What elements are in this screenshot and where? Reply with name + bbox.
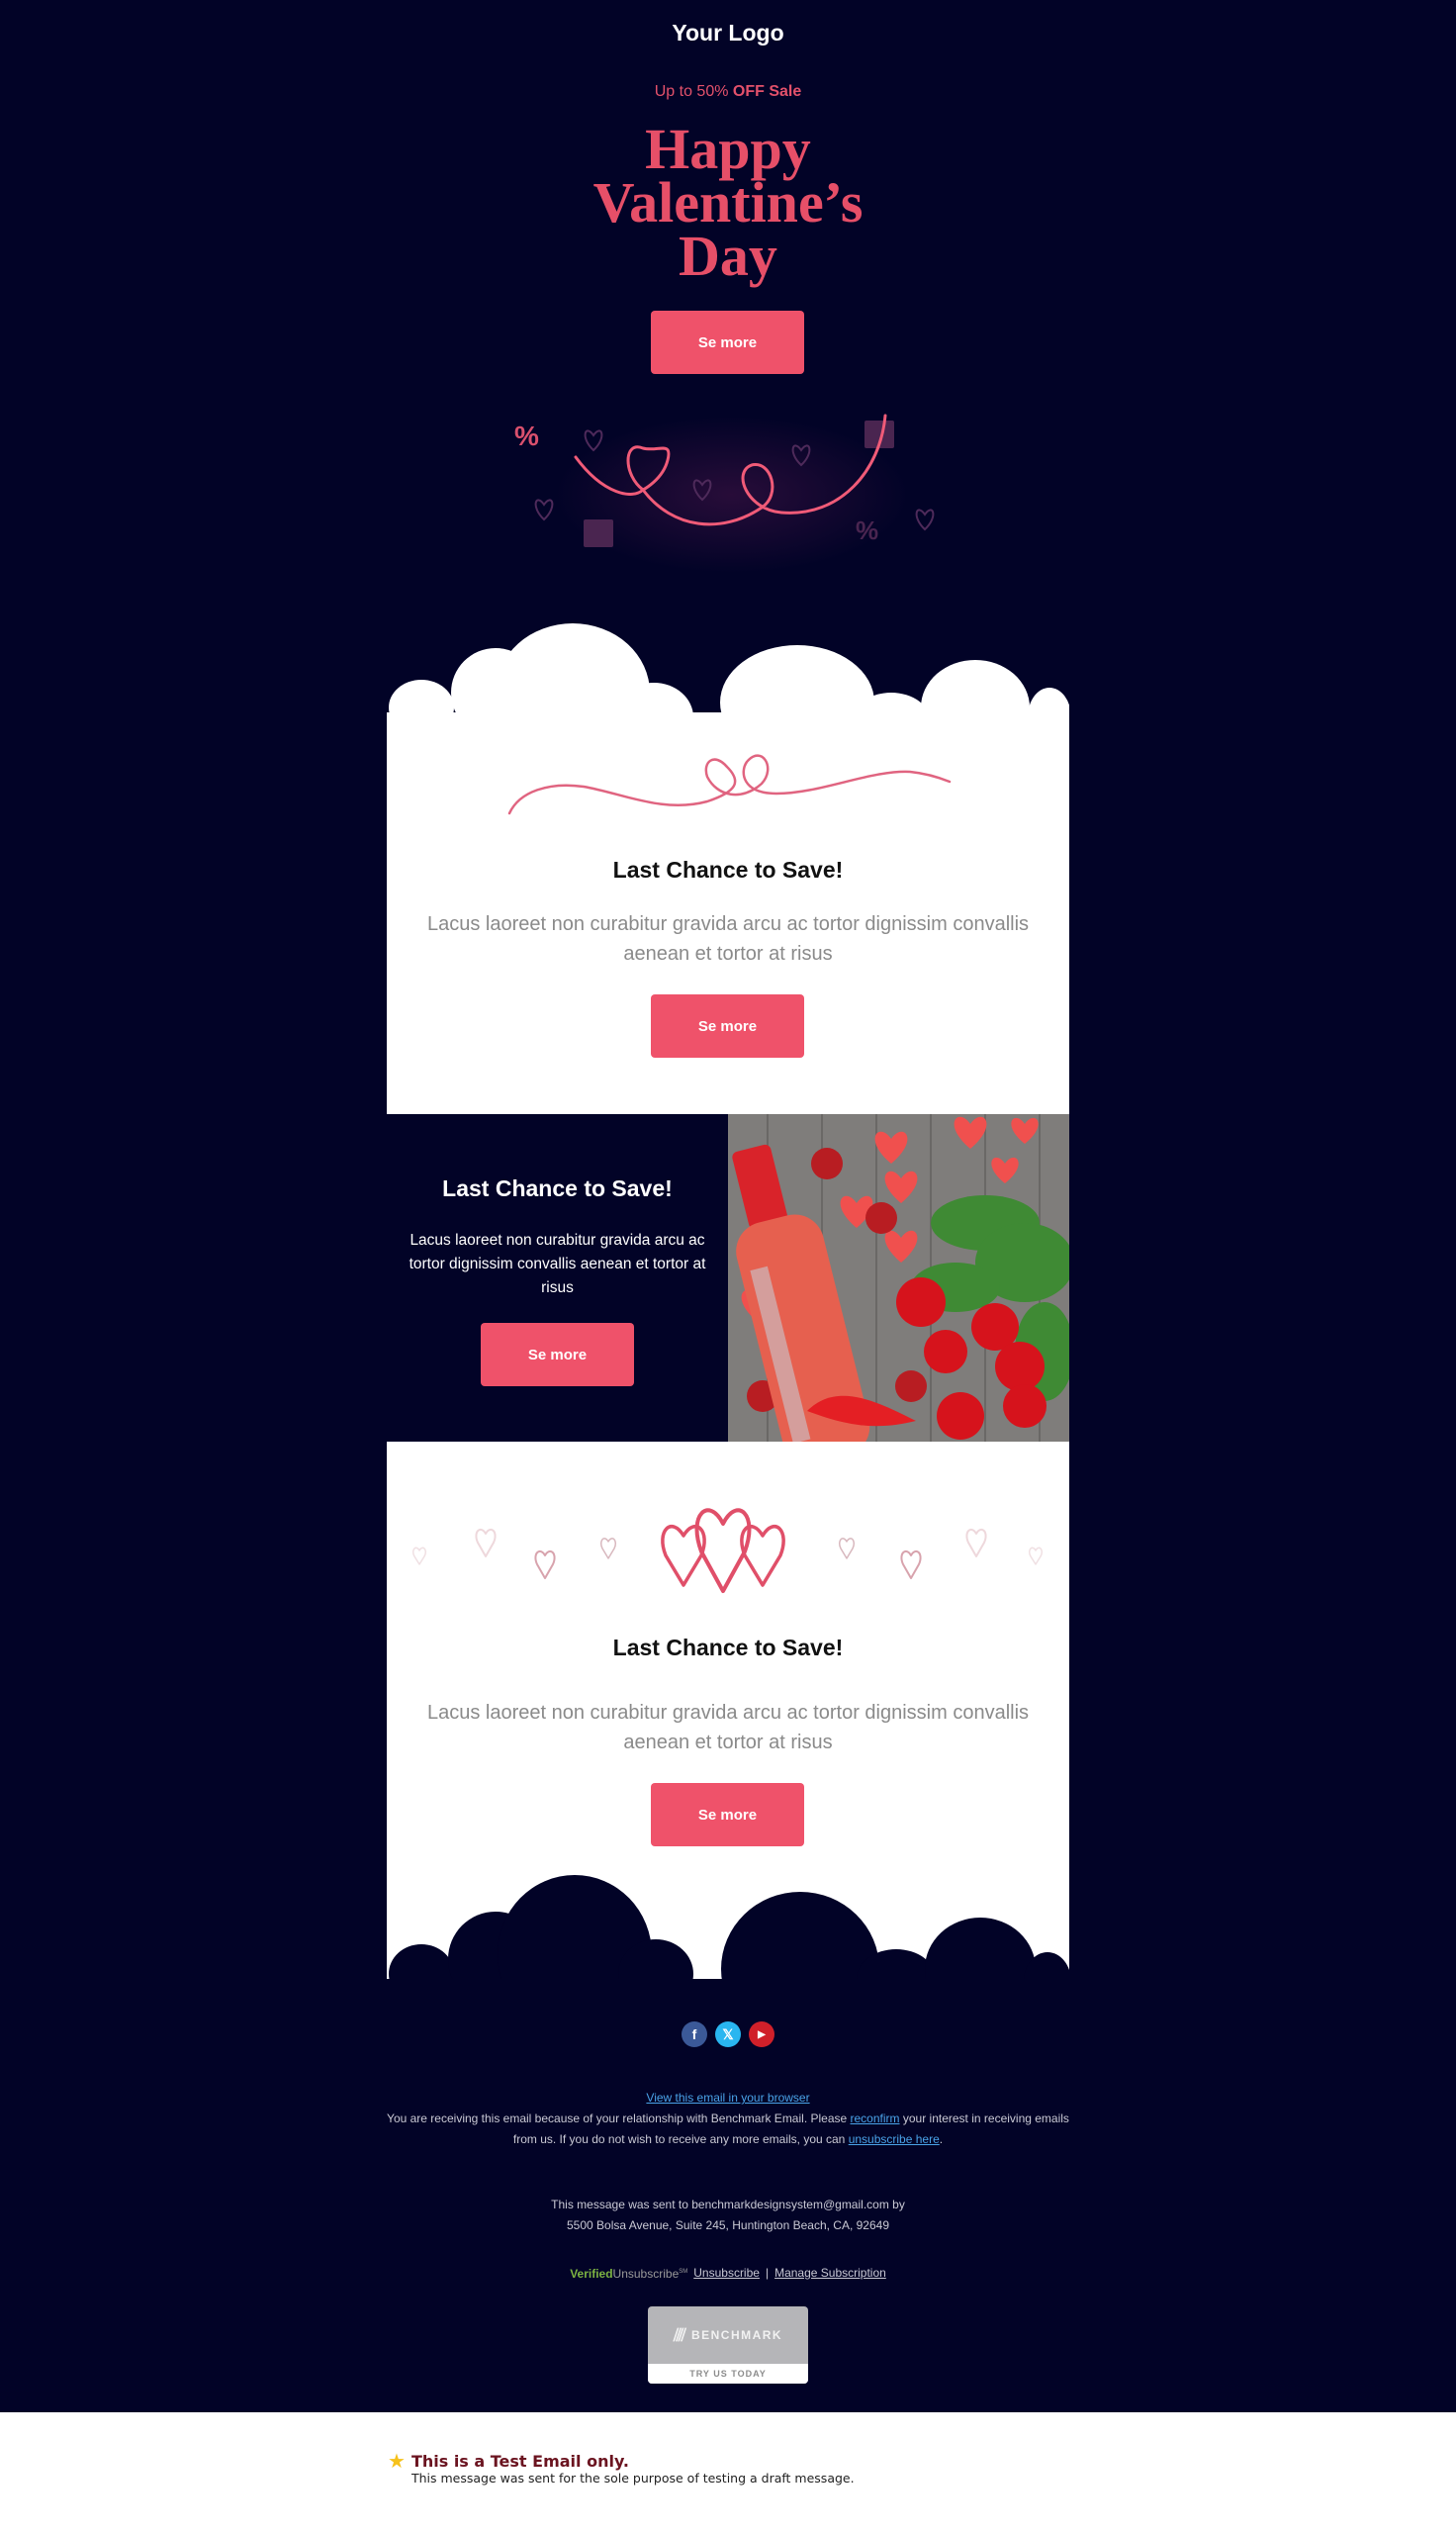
heart-icon xyxy=(411,1547,427,1565)
hero-line-2: Valentine’s xyxy=(592,170,864,235)
test-notice-title: This is a Test Email only. xyxy=(410,2452,629,2471)
heart-icon xyxy=(584,429,603,452)
section-2-body: Lacus laoreet non curabitur gravida arcu… xyxy=(409,1232,706,1296)
benchmark-badge-top: ⫽⫽ BENCHMARK xyxy=(648,2306,808,2364)
unsubscribe-here-link[interactable]: unsubscribe here xyxy=(849,2132,940,2146)
heart-icon xyxy=(534,499,554,521)
section-3-cta-button[interactable]: Se more xyxy=(651,1783,804,1846)
x-twitter-icon[interactable]: 𝕏 xyxy=(715,2021,741,2047)
valentine-wine-roses-image[interactable] xyxy=(728,1114,1069,1442)
hero-line-3: Day xyxy=(679,224,777,288)
test-notice-subtitle: This message was sent for the sole purpo… xyxy=(410,2471,855,2486)
heart-swirl-divider xyxy=(507,754,952,815)
benchmark-brand: BENCHMARK xyxy=(690,2328,783,2342)
section-3-body: Lacus laoreet non curabitur gravida arcu… xyxy=(426,1702,1030,1753)
youtube-icon[interactable]: ▶ xyxy=(749,2021,774,2047)
section-1-body: Lacus laoreet non curabitur gravida arcu… xyxy=(426,913,1030,965)
section-2-heading: Last Chance to Save! xyxy=(442,1175,673,1201)
verified-logo-unsubscribe: Unsubscribe xyxy=(612,2267,680,2281)
section-3-heading: Last Chance to Save! xyxy=(612,1635,844,1660)
heart-icon xyxy=(838,1538,856,1559)
notice-text-3: . xyxy=(939,2132,944,2146)
heart-icon xyxy=(475,1528,497,1557)
hero-illustration: % % xyxy=(514,414,935,547)
section-2-cta-button[interactable]: Se more xyxy=(481,1323,634,1386)
heart-icon xyxy=(915,509,935,531)
hero-cta-button[interactable]: Se more xyxy=(651,311,804,374)
promo-text: Up to 50% OFF Sale xyxy=(0,83,1456,101)
heart-icon xyxy=(692,479,712,502)
try-us-today: TRY US TODAY xyxy=(648,2364,808,2384)
top-clouds xyxy=(387,623,1069,737)
sent-to-line: This message was sent to benchmarkdesign… xyxy=(551,2198,905,2211)
benchmark-badge[interactable]: ⫽⫽ BENCHMARK TRY US TODAY xyxy=(648,2306,808,2384)
unsubscribe-row: VerifiedUnsubscribeSM Unsubscribe | Mana… xyxy=(387,2262,1069,2285)
social-links: f 𝕏 ▶ xyxy=(682,2021,774,2047)
gift-icon xyxy=(584,421,894,547)
verified-logo-sm: SM xyxy=(679,2269,688,2275)
hero-title: Happy Valentine’s Day xyxy=(0,117,1456,288)
promo-prefix: Up to 50% xyxy=(654,83,733,100)
heart-icon xyxy=(599,1538,617,1559)
heart-icon xyxy=(1028,1547,1044,1565)
star-icon: ★ xyxy=(388,2451,406,2473)
hearts-divider xyxy=(411,1508,1044,1593)
notice-text-1: You are receiving this email because of … xyxy=(387,2111,851,2125)
benchmark-logo-icon: ⫽⫽ xyxy=(673,2324,686,2345)
facebook-icon[interactable]: f xyxy=(682,2021,707,2047)
heart-icon xyxy=(534,1549,556,1579)
manage-subscription-link[interactable]: Manage Subscription xyxy=(774,2263,886,2284)
promo-bold: OFF Sale xyxy=(732,83,802,100)
logo[interactable]: Your Logo xyxy=(0,20,1456,47)
percent-icon: % xyxy=(514,421,539,451)
section-1-heading: Last Chance to Save! xyxy=(612,857,844,883)
address-line: 5500 Bolsa Avenue, Suite 245, Huntington… xyxy=(566,2218,890,2232)
hero-line-1: Happy xyxy=(645,117,811,181)
bottom-clouds xyxy=(387,1875,1069,1989)
heart-icon xyxy=(791,444,811,467)
heart-icon xyxy=(965,1528,987,1557)
separator: | xyxy=(765,2266,770,2280)
heart-ribbon-line xyxy=(574,414,887,526)
reconfirm-link[interactable]: reconfirm xyxy=(851,2111,900,2125)
percent-icon: % xyxy=(856,516,878,545)
view-in-browser-link[interactable]: View this email in your browser xyxy=(646,2091,809,2105)
sender-info: This message was sent to benchmarkdesign… xyxy=(387,2195,1069,2236)
section-1-cta-button[interactable]: Se more xyxy=(651,994,804,1058)
unsubscribe-link[interactable]: Unsubscribe xyxy=(693,2263,760,2284)
verified-unsubscribe-logo: VerifiedUnsubscribeSM xyxy=(570,2262,687,2285)
heart-icon xyxy=(900,1549,922,1579)
test-email-notice: ★ This is a Test Email only. This messag… xyxy=(388,2452,855,2486)
verified-logo-text: Verified xyxy=(570,2267,613,2281)
footer-notice: View this email in your browser You are … xyxy=(387,2088,1069,2150)
